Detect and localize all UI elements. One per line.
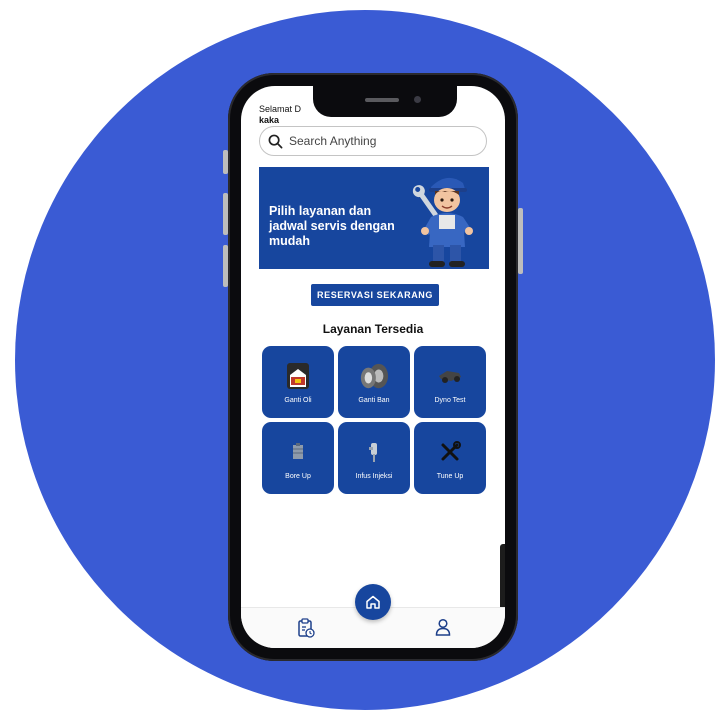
mechanic-illustration xyxy=(412,177,473,267)
front-camera xyxy=(414,96,421,103)
service-tile-bore-up[interactable]: Bore Up xyxy=(262,422,334,494)
reservation-button[interactable]: RESERVASI SEKARANG xyxy=(311,284,439,306)
notch xyxy=(313,86,457,117)
service-label: Ganti Ban xyxy=(358,396,390,404)
search-input[interactable] xyxy=(287,133,471,149)
home-icon xyxy=(366,595,380,609)
tire-icon xyxy=(359,361,389,391)
service-tile-ganti-ban[interactable]: Ganti Ban xyxy=(338,346,410,418)
power-button xyxy=(518,208,523,274)
service-label: Infus Injeksi xyxy=(355,472,393,480)
service-tile-tune-up[interactable]: Tune Up xyxy=(414,422,486,494)
nav-item-history[interactable] xyxy=(297,618,315,643)
search-bar[interactable] xyxy=(259,126,487,156)
greeting: Selamat D kaka xyxy=(259,104,301,126)
side-panel-handle[interactable] xyxy=(500,544,505,614)
profile-icon xyxy=(435,618,451,636)
nav-item-profile[interactable] xyxy=(435,618,451,641)
injection-icon xyxy=(359,437,389,467)
tune-up-icon xyxy=(435,437,465,467)
nav-item-home[interactable] xyxy=(355,584,391,620)
service-tile-dyno-test[interactable]: Dyno Test xyxy=(414,346,486,418)
service-label: Tune Up xyxy=(436,472,464,480)
silent-switch xyxy=(223,150,228,174)
service-label: Dyno Test xyxy=(434,396,466,404)
services-grid: Ganti Oli Ganti Ban Dyno Test Bore Up In… xyxy=(262,346,489,494)
service-tile-infus-injeksi[interactable]: Infus Injeksi xyxy=(338,422,410,494)
search-icon xyxy=(268,134,283,148)
service-tile-ganti-oli[interactable]: Ganti Oli xyxy=(262,346,334,418)
greeting-text: Selamat D xyxy=(259,104,302,114)
phone-frame: Selamat D kaka Pilih layanan dan jadwal … xyxy=(223,73,523,661)
bore-up-icon xyxy=(283,437,313,467)
dyno-test-icon xyxy=(435,361,465,391)
banner-text: Pilih layanan dan jadwal servis dengan m… xyxy=(269,204,395,248)
services-title: Layanan Tersedia xyxy=(322,322,424,336)
user-name: kaka xyxy=(259,115,280,125)
service-label: Ganti Oli xyxy=(284,396,312,404)
service-label: Bore Up xyxy=(285,472,311,480)
bottom-navigation xyxy=(241,584,505,648)
oil-change-icon xyxy=(283,361,313,391)
promo-banner[interactable]: Pilih layanan dan jadwal servis dengan m… xyxy=(259,167,489,269)
clipboard-history-icon xyxy=(298,618,315,638)
speaker xyxy=(365,98,399,102)
phone-screen: Selamat D kaka Pilih layanan dan jadwal … xyxy=(241,86,505,648)
volume-up-button xyxy=(223,193,228,235)
volume-down-button xyxy=(223,245,228,287)
